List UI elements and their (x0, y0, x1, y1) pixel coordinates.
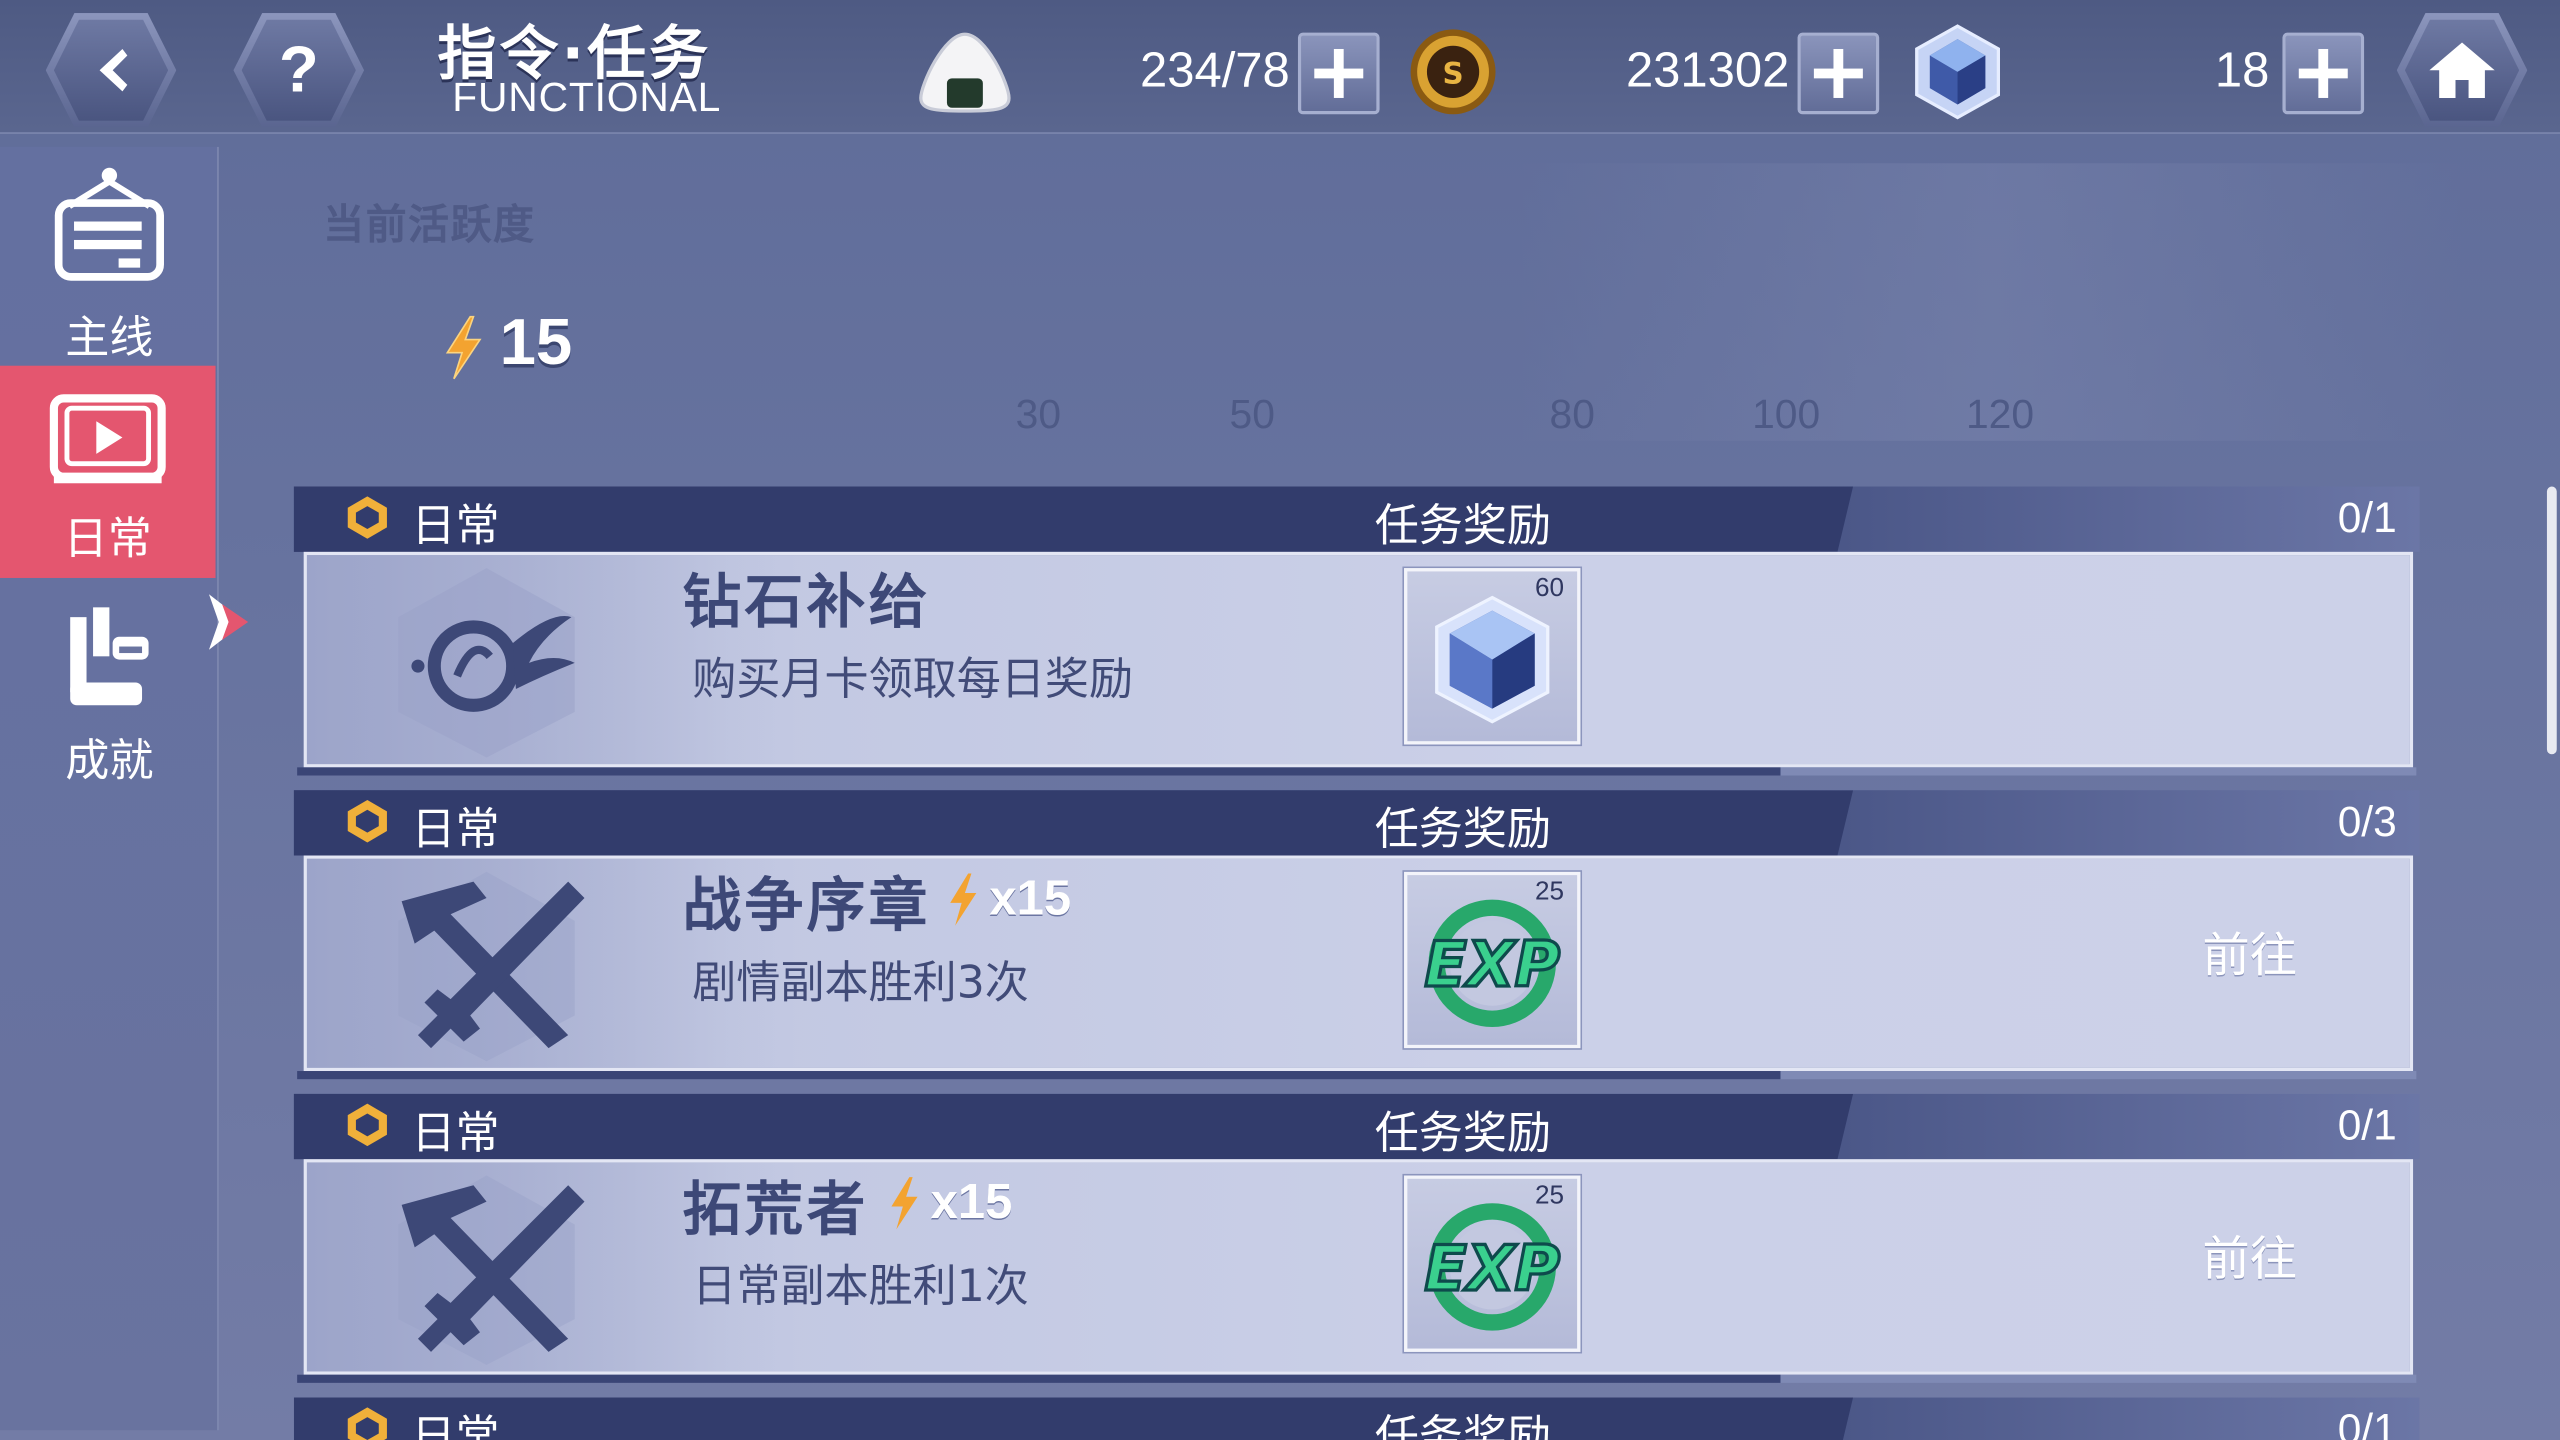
reward-label: 任务奖励 (1374, 804, 1552, 856)
reward-item[interactable]: 60 (1404, 568, 1581, 745)
page-subtitle: FUNCTIONAL (452, 75, 722, 121)
task-card[interactable]: 日常 任务奖励 0/1 拓荒者 x15 日常副本胜利1次 EXP 25 前往 (293, 1093, 2420, 1383)
task-progress: 0/1 (2337, 493, 2397, 543)
task-card-header: 日常 任务奖励 0/3 (293, 790, 2420, 856)
exp-icon: EXP (1423, 899, 1562, 1027)
reward-label: 任务奖励 (1374, 1412, 1552, 1440)
svg-text:S: S (1442, 56, 1463, 90)
task-bonus: x15 (930, 1175, 1013, 1230)
task-description: 剧情副本胜利3次 (692, 958, 1029, 1009)
main-quest-icon (54, 167, 164, 281)
sidebar-item-achievement[interactable]: 成就 (0, 588, 219, 800)
rice-ball-icon (919, 32, 1011, 113)
activity-tick: 80 (1549, 391, 1595, 438)
task-name: 钻石补给 (682, 569, 931, 637)
add-gems-button[interactable] (2282, 32, 2365, 115)
lightning-icon (445, 315, 482, 380)
add-coins-button[interactable] (1797, 32, 1880, 115)
task-card-body: 战争序章 x15 剧情副本胜利3次 EXP 25 前往 (303, 855, 2414, 1072)
stamina-value: 234/78 (1139, 44, 1290, 98)
activity-tick: 30 (1015, 391, 1062, 438)
sidebar-item-main[interactable]: 主线 (0, 153, 219, 365)
daily-badge-icon (347, 1407, 387, 1440)
daily-badge-icon (347, 799, 387, 843)
svg-text:EXP: EXP (1424, 1232, 1560, 1305)
crossed-weapons-icon (398, 1175, 585, 1365)
reward-quantity: 60 (1535, 574, 1565, 603)
task-category: 日常 (411, 1412, 500, 1440)
exp-icon: EXP (1423, 1203, 1562, 1331)
daily-icon (49, 394, 166, 484)
reward-item[interactable]: EXP 25 (1404, 871, 1581, 1049)
coins-value: 231302 (1625, 44, 1790, 98)
task-progress: 0/3 (2337, 796, 2397, 846)
sidebar-item-label: 主线 (65, 313, 154, 365)
sidebar-item-label: 日常 (63, 514, 152, 565)
task-category: 日常 (411, 1108, 500, 1160)
lightning-icon (891, 1177, 918, 1230)
gems-value: 18 (2214, 44, 2270, 98)
top-bar: ? 指令·任务 FUNCTIONAL 234/78 S 231302 18 (0, 0, 2560, 134)
lightning-icon (950, 873, 977, 926)
scrollbar-thumb[interactable] (2546, 486, 2557, 755)
task-category: 日常 (411, 501, 500, 552)
gem-icon (1435, 595, 1550, 724)
game-screen: { "header": { "title_cn": "指令·任务", "titl… (0, 0, 2560, 1440)
coin-icon: S (1410, 29, 1496, 115)
task-progress: 0/1 (2337, 1404, 2397, 1440)
task-card-header: 日常 任务奖励 0/1 (293, 486, 2420, 552)
task-card[interactable]: 日常 任务奖励 0/1 (293, 1397, 2420, 1440)
activity-tick: 50 (1229, 391, 1275, 438)
diamond-supply-icon (398, 568, 575, 758)
task-progress: 0/1 (2337, 1100, 2397, 1150)
help-button[interactable]: ? (233, 13, 365, 128)
back-button[interactable] (45, 13, 177, 128)
reward-quantity: 25 (1535, 878, 1565, 907)
task-card-body: 钻石补给 购买月卡领取每日奖励 60 (303, 551, 2414, 768)
task-card[interactable]: 日常 任务奖励 0/3 战争序章 x15 剧情副本胜利3次 EXP 25 前往 (293, 790, 2420, 1080)
achievement-icon (70, 607, 149, 706)
task-card-body: 拓荒者 x15 日常副本胜利1次 EXP 25 前往 (303, 1159, 2414, 1375)
daily-badge-icon (347, 496, 387, 539)
daily-badge-icon (347, 1103, 387, 1147)
gem-icon (1915, 24, 2000, 120)
home-icon (2429, 42, 2495, 98)
task-card-header: 日常 任务奖励 0/1 (293, 1093, 2420, 1160)
reward-label: 任务奖励 (1374, 501, 1552, 552)
task-card-header: 日常 任务奖励 0/1 (293, 1397, 2420, 1440)
go-button[interactable]: 前往 (2184, 1221, 2315, 1290)
reward-label: 任务奖励 (1374, 1108, 1552, 1160)
back-icon (99, 48, 128, 92)
task-category: 日常 (411, 804, 500, 856)
sidebar: 主线 日常 成就 (0, 146, 249, 1431)
reward-item[interactable]: EXP 25 (1404, 1175, 1581, 1352)
activity-value: 15 (499, 306, 573, 379)
activity-tick: 100 (1752, 391, 1821, 438)
home-button[interactable] (2396, 13, 2528, 128)
sidebar-item-daily[interactable]: 日常 (0, 365, 216, 578)
add-stamina-button[interactable] (1297, 32, 1380, 115)
activity-tick: 120 (1965, 391, 2035, 438)
task-description: 日常副本胜利1次 (692, 1262, 1029, 1313)
sidebar-item-label: 成就 (65, 736, 154, 787)
task-description: 购买月卡领取每日奖励 (692, 654, 1134, 706)
go-button[interactable]: 前往 (2184, 918, 2315, 987)
reward-quantity: 25 (1535, 1182, 1565, 1210)
svg-text:EXP: EXP (1424, 928, 1560, 1001)
task-card[interactable]: 日常 任务奖励 0/1 钻石补给 购买月卡领取每日奖励 60 (293, 486, 2420, 776)
activity-label: 当前活跃度 (323, 200, 536, 249)
help-icon: ? (278, 33, 319, 106)
task-bonus: x15 (989, 871, 1072, 926)
crossed-weapons-icon (398, 871, 585, 1062)
